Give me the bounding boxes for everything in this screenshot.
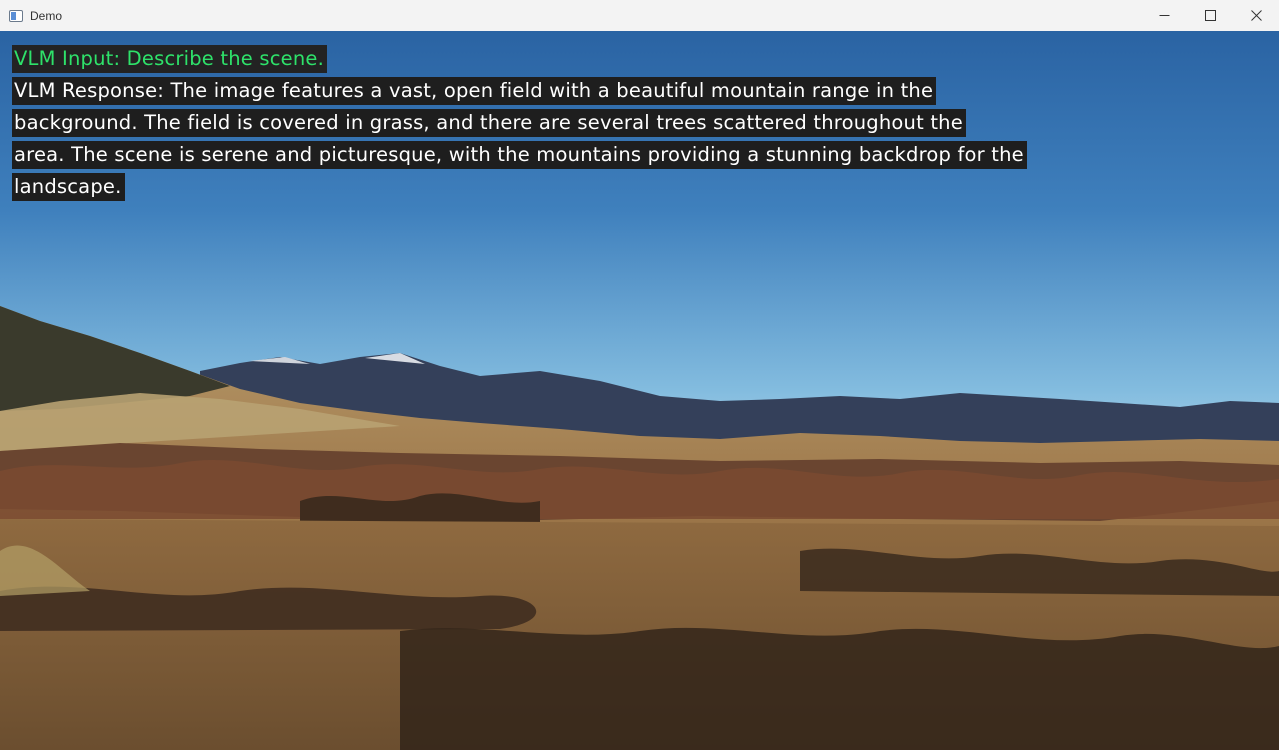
app-window: Demo VLM Input: Describe the scene. VLM … bbox=[0, 0, 1279, 750]
vlm-response-line: landscape. bbox=[12, 173, 125, 201]
app-icon bbox=[9, 9, 23, 22]
video-viewport: VLM Input: Describe the scene. VLM Respo… bbox=[0, 31, 1279, 750]
minimize-icon bbox=[1159, 15, 1169, 16]
close-button[interactable] bbox=[1233, 0, 1279, 31]
vlm-response-line: background. The field is covered in gras… bbox=[12, 109, 966, 137]
maximize-button[interactable] bbox=[1187, 0, 1233, 31]
close-icon bbox=[1250, 10, 1262, 21]
window-title: Demo bbox=[30, 8, 63, 23]
vlm-input-label: VLM Input: Describe the scene. bbox=[12, 45, 328, 73]
maximize-icon bbox=[1204, 10, 1216, 21]
minimize-button[interactable] bbox=[1141, 0, 1187, 31]
vlm-response-line: VLM Response: The image features a vast,… bbox=[12, 77, 937, 105]
window-controls bbox=[1141, 0, 1279, 31]
landscape-image bbox=[0, 31, 1279, 750]
vlm-response-line: area. The scene is serene and picturesqu… bbox=[12, 141, 1027, 169]
title-bar[interactable]: Demo bbox=[0, 0, 1279, 31]
